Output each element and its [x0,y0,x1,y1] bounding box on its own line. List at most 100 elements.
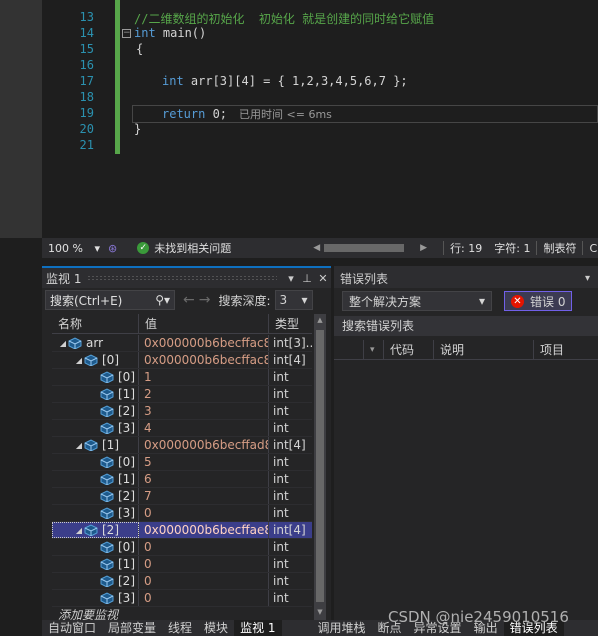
horizontal-scrollbar[interactable] [324,244,405,252]
column-header-type[interactable]: 类型 [269,314,312,334]
zoom-dropdown[interactable]: 100 % ▾ [44,239,104,257]
intellicode-icon[interactable]: ⊛ [108,242,117,255]
expand-toggle-icon[interactable]: ◢ [74,526,84,535]
dropdown-icon[interactable]: ▾ [283,272,299,285]
column-header-blank[interactable] [334,339,364,360]
expand-toggle-icon[interactable]: ◢ [74,441,84,450]
sort-icon[interactable]: ▾ [364,339,384,360]
search-depth-select[interactable]: 3 ▾ [274,290,313,310]
error-search-input[interactable]: 搜索错误列表 [334,316,598,336]
vertical-scrollbar[interactable]: ▲ ▼ [314,314,326,620]
watch-row[interactable]: [2] 3 int [52,403,312,420]
expand-toggle-icon[interactable]: ◢ [74,356,84,365]
error-list-title-bar[interactable]: 错误列表 ▾ [334,266,598,288]
line-ending[interactable]: C [589,242,597,255]
watch-row-value[interactable]: 2 [139,386,269,402]
pin-icon[interactable]: ⊥ [299,272,315,285]
column-header-value[interactable]: 值 [139,314,269,334]
drag-grip[interactable] [87,275,277,281]
watch-row-value[interactable]: 0x000000b6becffac8 {... [139,335,269,351]
indent-mode[interactable]: 制表符 [543,240,576,256]
scroll-down-icon[interactable]: ▼ [314,608,326,616]
watch-row-name[interactable]: [3] [52,505,139,521]
watch-row[interactable]: [0] 0 int [52,539,312,556]
watch-row-value[interactable]: 5 [139,454,269,470]
watch-search-input[interactable]: 搜索(Ctrl+E) ⚲▾ [45,290,175,310]
cursor-line[interactable]: 行: 19 [450,240,482,256]
watch-row-value[interactable]: 6 [139,471,269,487]
watch-row-value[interactable]: 0x000000b6becffad8 {... [139,437,269,453]
watch-row[interactable]: [3] 0 int [52,590,312,607]
column-header-name[interactable]: 名称 [52,314,139,334]
scrollbar-thumb[interactable] [316,330,324,602]
watch-row-value[interactable]: 0 [139,573,269,589]
watch-row[interactable]: ◢ [2] 0x000000b6becffae8 {... int[4] [52,522,312,539]
errors-filter-button[interactable]: ✕ 错误 0 [504,291,573,311]
watch-row-name[interactable]: [1] [52,556,139,572]
watch-row-value[interactable]: 0 [139,505,269,521]
issues-status[interactable]: 未找到相关问题 [154,240,231,256]
column-header-project[interactable]: 项目 [534,340,598,360]
tab-threads[interactable]: 线程 [162,620,198,636]
watch-row-value[interactable]: 3 [139,403,269,419]
watch-row-value[interactable]: 0 [139,590,269,606]
watch-row-value[interactable]: 1 [139,369,269,385]
watch-row-name[interactable]: ◢ [2] [52,522,139,538]
watch-row-name[interactable]: [2] [52,403,139,419]
watch-row[interactable]: ◢ [0] 0x000000b6becffac8 {... int[4] [52,352,312,369]
watch-row[interactable]: [2] 0 int [52,573,312,590]
tab-locals[interactable]: 局部变量 [102,620,162,636]
watch-row-name[interactable]: [0] [52,454,139,470]
watch-row-name[interactable]: [1] [52,471,139,487]
watch-title-bar[interactable]: 监视 1 ▾ ⊥ ✕ [42,266,331,288]
close-icon[interactable]: ✕ [315,272,331,285]
glyph-margin[interactable] [0,0,42,238]
cursor-char[interactable]: 字符: 1 [494,240,530,256]
watch-row[interactable]: ◢ [1] 0x000000b6becffad8 {... int[4] [52,437,312,454]
scroll-left-icon[interactable]: ◀ [313,243,320,253]
scroll-right-icon[interactable]: ▶ [420,243,427,253]
dropdown-icon[interactable]: ▾ [585,273,590,284]
tab-modules[interactable]: 模块 [198,620,234,636]
back-arrow-icon[interactable]: ← [183,292,195,308]
scope-select[interactable]: 整个解决方案 ▾ [342,291,492,311]
watch-row-name[interactable]: ◢ arr [52,335,139,351]
add-watch-row[interactable]: 添加要监视 [52,607,312,620]
watch-row[interactable]: ◢ arr 0x000000b6becffac8 {... int[3]... [52,335,312,352]
search-icon[interactable]: ⚲▾ [155,293,170,307]
column-header-code[interactable]: 代码 [384,339,434,360]
tab-call-stack[interactable]: 调用堆栈 [312,620,372,636]
add-watch-label[interactable]: 添加要监视 [52,607,118,620]
watch-row[interactable]: [1] 2 int [52,386,312,403]
watch-row-value[interactable]: 7 [139,488,269,504]
watch-row-name[interactable]: [3] [52,590,139,606]
watch-row-name[interactable]: [2] [52,488,139,504]
watch-row[interactable]: [1] 0 int [52,556,312,573]
watch-row-name[interactable]: [3] [52,420,139,436]
watch-row-name[interactable]: [2] [52,573,139,589]
watch-row[interactable]: [0] 1 int [52,369,312,386]
watch-row[interactable]: [3] 4 int [52,420,312,437]
watch-row-name[interactable]: [1] [52,386,139,402]
tab-autos[interactable]: 自动窗口 [42,620,102,636]
code-editor[interactable]: 13 14 15 16 17 18 19 20 21 − //二维数组的初始化 … [0,0,598,238]
code-area[interactable]: //二维数组的初始化 初始化 就是创建的同时给它赋值 int main() { … [122,0,598,238]
scroll-up-icon[interactable]: ▲ [314,316,326,324]
watch-row-name[interactable]: ◢ [0] [52,352,139,368]
watch-row[interactable]: [1] 6 int [52,471,312,488]
watch-row-name[interactable]: [0] [52,369,139,385]
watch-row-value[interactable]: 0x000000b6becffae8 {... [139,522,269,538]
column-header-description[interactable]: 说明 [434,339,534,360]
tab-watch-1[interactable]: 监视 1 [234,620,282,636]
watch-row-value[interactable]: 0x000000b6becffac8 {... [139,352,269,368]
expand-toggle-icon[interactable]: ◢ [58,339,68,348]
watch-row[interactable]: [0] 5 int [52,454,312,471]
watch-row[interactable]: [2] 7 int [52,488,312,505]
watch-row-value[interactable]: 4 [139,420,269,436]
watch-row-name[interactable]: [0] [52,539,139,555]
watch-row-value[interactable]: 0 [139,539,269,555]
watch-row[interactable]: [3] 0 int [52,505,312,522]
forward-arrow-icon[interactable]: → [199,292,211,308]
watch-row-value[interactable]: 0 [139,556,269,572]
watch-row-name[interactable]: ◢ [1] [52,437,139,453]
